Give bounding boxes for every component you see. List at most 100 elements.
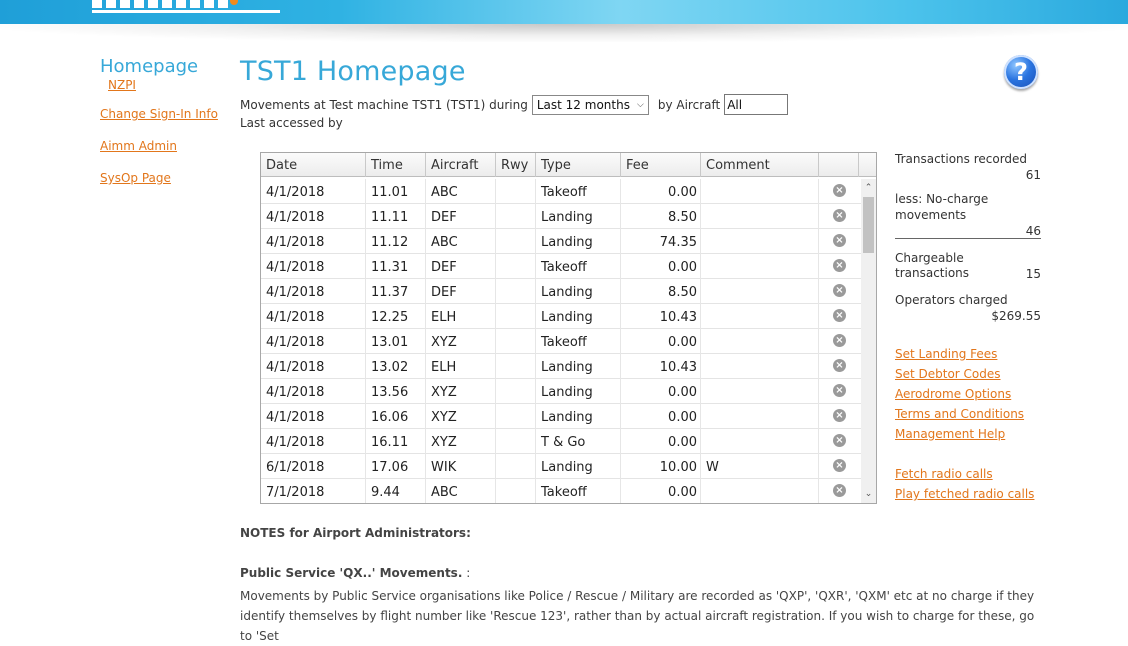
- delete-circle-x-icon[interactable]: ×: [833, 459, 846, 472]
- table-row[interactable]: 4/1/2018 13.01 XYZ Takeoff 0.00 ×: [261, 329, 861, 354]
- logo[interactable]: [92, 0, 232, 8]
- table-row[interactable]: 4/1/2018 11.31 DEF Takeoff 0.00 ×: [261, 254, 861, 279]
- cell-type: Landing: [536, 229, 621, 254]
- delete-circle-x-icon[interactable]: ×: [833, 184, 846, 197]
- cell-fee: 0.00: [621, 254, 701, 279]
- top-banner: [0, 0, 1128, 24]
- management-help-link[interactable]: Management Help: [895, 426, 1005, 442]
- cell-type: Takeoff: [536, 254, 621, 279]
- table-scrollbar[interactable]: ⌃ ⌄: [861, 179, 876, 503]
- cell-fee: 10.43: [621, 354, 701, 379]
- delete-circle-x-icon[interactable]: ×: [833, 434, 846, 447]
- table-row[interactable]: 7/1/2018 9.44 ABC Takeoff 0.00 ×: [261, 479, 861, 503]
- cell-date: 4/1/2018: [261, 179, 366, 204]
- sidebar-sysop-link[interactable]: SysOp Page: [100, 170, 171, 186]
- cell-comment: [701, 429, 819, 454]
- period-select[interactable]: Last 12 months ⌵: [531, 94, 649, 115]
- delete-circle-x-icon[interactable]: ×: [833, 309, 846, 322]
- chargeable-value: 15: [1025, 267, 1041, 281]
- cell-time: 13.01: [366, 329, 426, 354]
- cell-rwy: [496, 229, 536, 254]
- set-debtor-codes-link[interactable]: Set Debtor Codes: [895, 366, 1001, 382]
- column-header-date[interactable]: Date: [261, 153, 366, 177]
- by-aircraft-label: by Aircraft: [657, 97, 721, 112]
- no-charge-label-line2: movements: [895, 208, 967, 222]
- cell-aircraft: ELH: [426, 354, 496, 379]
- cell-comment: [701, 179, 819, 204]
- cell-rwy: [496, 354, 536, 379]
- delete-circle-x-icon[interactable]: ×: [833, 209, 846, 222]
- operators-charged-label: Operators charged: [895, 293, 1008, 307]
- column-header-rwy[interactable]: Rwy: [496, 153, 536, 177]
- transactions-recorded-value: 61: [1025, 168, 1041, 182]
- table-row[interactable]: 4/1/2018 11.12 ABC Landing 74.35 ×: [261, 229, 861, 254]
- cell-type: Landing: [536, 279, 621, 304]
- transactions-recorded-label: Transactions recorded: [895, 152, 1028, 166]
- delete-circle-x-icon[interactable]: ×: [833, 384, 846, 397]
- cell-date: 4/1/2018: [261, 304, 366, 329]
- sidebar-change-signin-link[interactable]: Change Sign-In Info: [100, 106, 218, 122]
- aircraft-filter-input[interactable]: [724, 94, 789, 115]
- help-question-icon[interactable]: ?: [1004, 55, 1038, 89]
- cell-rwy: [496, 279, 536, 304]
- scroll-up-icon[interactable]: ⌃: [861, 181, 876, 195]
- cell-aircraft: ABC: [426, 179, 496, 204]
- table-row[interactable]: 4/1/2018 13.56 XYZ Landing 0.00 ×: [261, 379, 861, 404]
- cell-comment: [701, 229, 819, 254]
- table-row[interactable]: 4/1/2018 11.37 DEF Landing 8.50 ×: [261, 279, 861, 304]
- delete-circle-x-icon[interactable]: ×: [833, 284, 846, 297]
- cell-type: Landing: [536, 304, 621, 329]
- sidebar-homepage-link[interactable]: Homepage: [100, 56, 230, 78]
- cell-date: 4/1/2018: [261, 404, 366, 429]
- qx-notes-body: Movements by Public Service organisation…: [240, 589, 1035, 643]
- table-row[interactable]: 4/1/2018 13.02 ELH Landing 10.43 ×: [261, 354, 861, 379]
- logo-underline: [92, 10, 280, 13]
- cell-date: 4/1/2018: [261, 229, 366, 254]
- column-header-comment[interactable]: Comment: [701, 153, 819, 177]
- column-header-aircraft[interactable]: Aircraft: [426, 153, 496, 177]
- aerodrome-options-link[interactable]: Aerodrome Options: [895, 386, 1011, 402]
- delete-circle-x-icon[interactable]: ×: [833, 409, 846, 422]
- banner-shadow: [0, 24, 1128, 42]
- summary-rule: [895, 238, 1041, 239]
- column-header-type[interactable]: Type: [536, 153, 621, 177]
- play-radio-calls-link[interactable]: Play fetched radio calls: [895, 486, 1034, 502]
- cell-aircraft: DEF: [426, 254, 496, 279]
- cell-rwy: [496, 404, 536, 429]
- cell-date: 6/1/2018: [261, 454, 366, 479]
- delete-circle-x-icon[interactable]: ×: [833, 234, 846, 247]
- cell-rwy: [496, 179, 536, 204]
- table-row[interactable]: 4/1/2018 11.11 DEF Landing 8.50 ×: [261, 204, 861, 229]
- cell-type: Landing: [536, 204, 621, 229]
- column-header-fee[interactable]: Fee: [621, 153, 701, 177]
- delete-circle-x-icon[interactable]: ×: [833, 259, 846, 272]
- cell-date: 4/1/2018: [261, 254, 366, 279]
- cell-fee: 0.00: [621, 429, 701, 454]
- delete-circle-x-icon[interactable]: ×: [833, 484, 846, 497]
- table-row[interactable]: 4/1/2018 12.25 ELH Landing 10.43 ×: [261, 304, 861, 329]
- fetch-radio-calls-link[interactable]: Fetch radio calls: [895, 466, 993, 482]
- delete-circle-x-icon[interactable]: ×: [833, 359, 846, 372]
- table-row[interactable]: 4/1/2018 16.11 XYZ T & Go 0.00 ×: [261, 429, 861, 454]
- cell-aircraft: DEF: [426, 204, 496, 229]
- movements-table: Date Time Aircraft Rwy Type Fee Comment …: [260, 152, 877, 504]
- table-row[interactable]: 4/1/2018 11.01 ABC Takeoff 0.00 ×: [261, 179, 861, 204]
- scrollbar-thumb[interactable]: [863, 197, 874, 253]
- cell-time: 16.06: [366, 404, 426, 429]
- table-row[interactable]: 6/1/2018 17.06 WIK Landing 10.00 W ×: [261, 454, 861, 479]
- scroll-down-icon[interactable]: ⌄: [861, 487, 876, 501]
- notes-heading: NOTES for Airport Administrators:: [240, 526, 471, 540]
- column-header-time[interactable]: Time: [366, 153, 426, 177]
- logo-accent: [230, 0, 238, 5]
- cell-aircraft: XYZ: [426, 429, 496, 454]
- cell-date: 4/1/2018: [261, 329, 366, 354]
- cell-time: 16.11: [366, 429, 426, 454]
- cell-type: T & Go: [536, 429, 621, 454]
- cell-date: 4/1/2018: [261, 379, 366, 404]
- sidebar-airport-code-link[interactable]: NZPI: [108, 78, 230, 92]
- table-row[interactable]: 4/1/2018 16.06 XYZ Landing 0.00 ×: [261, 404, 861, 429]
- sidebar-aimm-admin-link[interactable]: Aimm Admin: [100, 138, 177, 154]
- terms-conditions-link[interactable]: Terms and Conditions: [895, 406, 1024, 422]
- delete-circle-x-icon[interactable]: ×: [833, 334, 846, 347]
- set-landing-fees-link[interactable]: Set Landing Fees: [895, 346, 997, 362]
